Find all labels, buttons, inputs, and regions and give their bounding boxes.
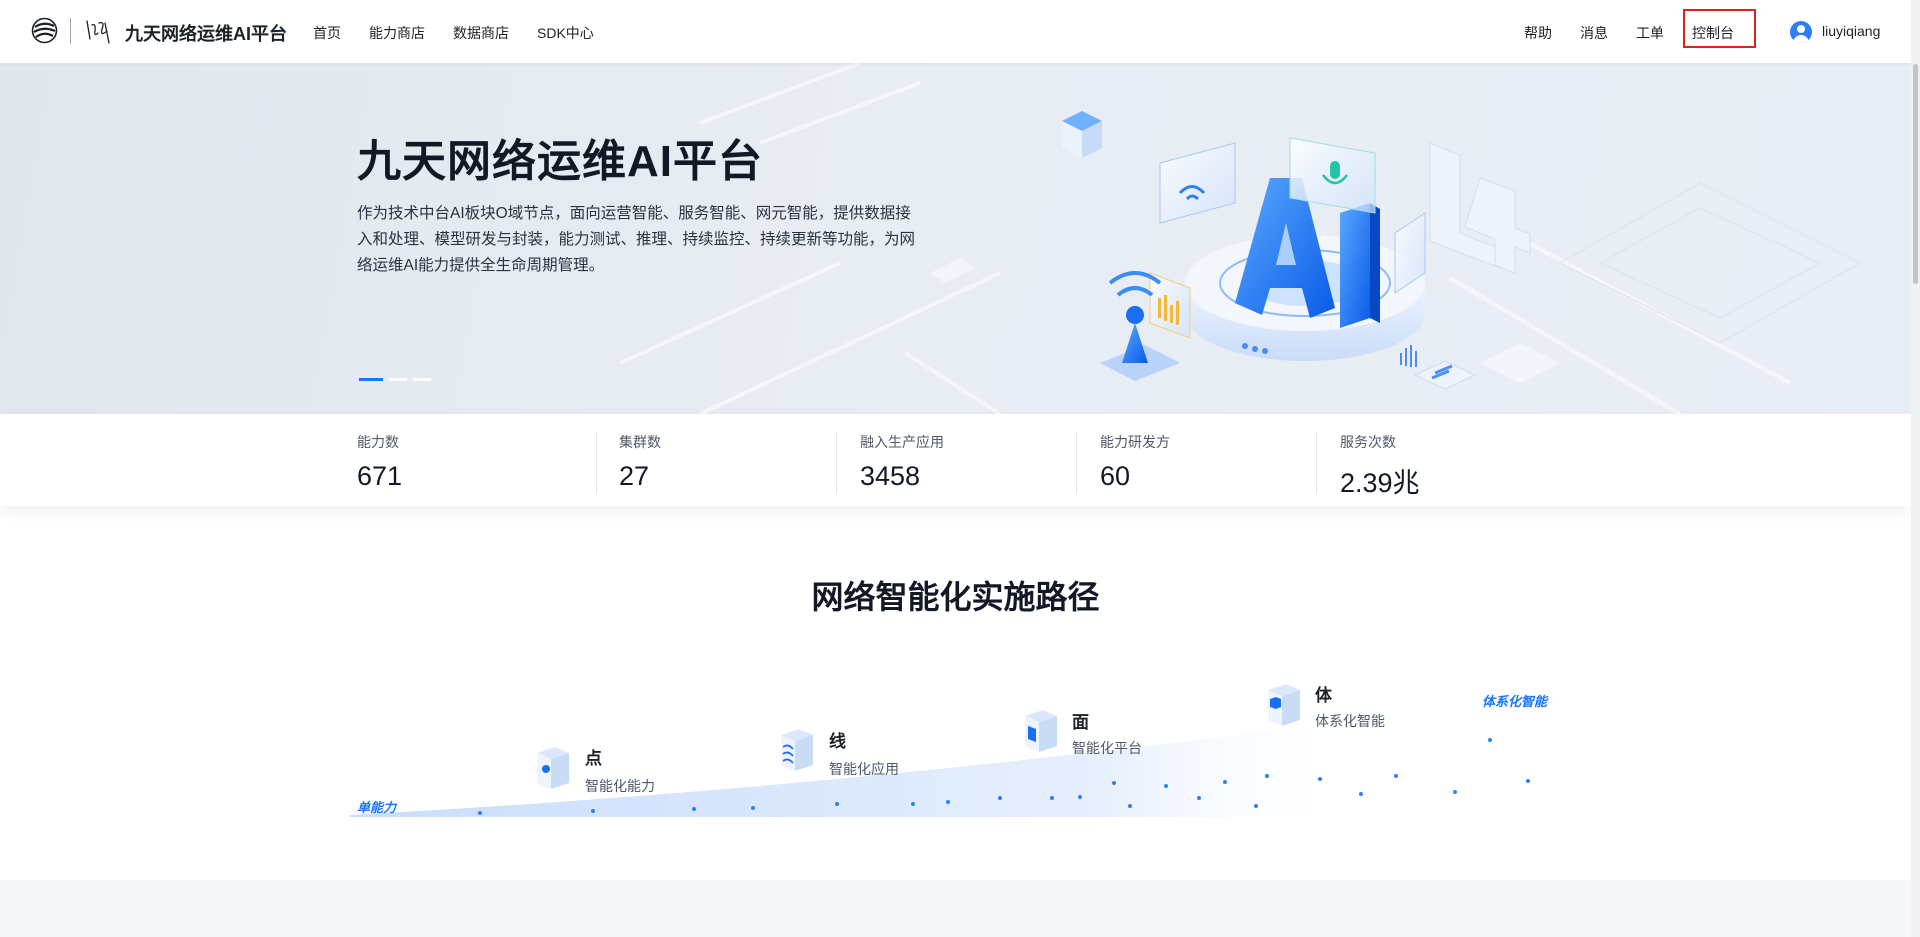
stat-divider xyxy=(1316,432,1317,494)
stat-divider xyxy=(596,432,597,494)
carousel-dot-3[interactable] xyxy=(413,378,431,381)
nav-console[interactable]: 控制台 xyxy=(1692,23,1734,43)
nav-messages[interactable]: 消息 xyxy=(1580,23,1608,43)
user-avatar-icon[interactable] xyxy=(1790,21,1812,43)
hero-banner: 九天网络运维AI平台 作为技术中台AI板块O域节点，面向运营智能、服务智能、网元… xyxy=(0,63,1911,414)
stat-label: 能力数 xyxy=(357,434,399,450)
username[interactable]: liuyiqiang xyxy=(1822,23,1880,39)
nav-help[interactable]: 帮助 xyxy=(1524,23,1552,43)
path-end-label: 体系化智能 xyxy=(1482,694,1548,709)
carousel-indicators xyxy=(359,378,431,381)
stat-label: 融入生产应用 xyxy=(860,434,944,450)
point-cube-icon xyxy=(537,747,569,789)
plane-cube-icon xyxy=(1025,710,1057,752)
stat-clusters: 集群数 27 xyxy=(619,432,661,492)
nav-data-store[interactable]: 数据商店 xyxy=(453,23,509,43)
top-navbar: 九天网络运维AI平台 首页 能力商店 数据商店 SDK中心 帮助 消息 工单 控… xyxy=(0,0,1920,63)
stats-bar: 能力数 671 集群数 27 融入生产应用 3458 能力研发方 60 服务次数… xyxy=(0,414,1911,506)
main-nav: 首页 能力商店 数据商店 SDK中心 xyxy=(313,23,594,43)
stage-line-desc: 智能化应用 xyxy=(829,761,899,777)
body-cube-icon xyxy=(1268,684,1300,726)
nav-home[interactable]: 首页 xyxy=(313,23,341,43)
stat-developers: 能力研发方 60 xyxy=(1100,432,1170,492)
stat-capabilities: 能力数 671 xyxy=(357,432,402,492)
stat-value: 2.39兆 xyxy=(1340,468,1420,498)
platform-brand[interactable]: 九天网络运维AI平台 xyxy=(125,20,287,46)
line-cube-icon xyxy=(781,729,813,771)
stage-plane-name: 面 xyxy=(1072,713,1089,732)
stat-value: 27 xyxy=(619,461,650,491)
path-wedge-graphic xyxy=(350,720,1530,817)
stat-value: 60 xyxy=(1100,461,1131,491)
hero-title: 九天网络运维AI平台 xyxy=(357,137,763,186)
china-mobile-logo-icon[interactable] xyxy=(31,17,58,44)
small-cube-icon xyxy=(1062,111,1102,158)
stat-value: 671 xyxy=(357,461,403,491)
ai-platform-illustration: AI L4 xyxy=(1062,111,1531,390)
next-section-band xyxy=(0,880,1911,937)
stage-point-name: 点 xyxy=(585,749,602,768)
stat-label: 服务次数 xyxy=(1340,434,1396,450)
stage-body-desc: 体系化智能 xyxy=(1315,713,1385,729)
carousel-dot-2[interactable] xyxy=(389,378,407,381)
stage-line-name: 线 xyxy=(829,732,846,751)
page: 九天网络运维AI平台 首页 能力商店 数据商店 SDK中心 帮助 消息 工单 控… xyxy=(0,0,1920,937)
nav-tickets[interactable]: 工单 xyxy=(1636,23,1664,43)
stat-divider xyxy=(1076,432,1077,494)
carousel-dot-1[interactable] xyxy=(359,378,383,381)
jiutian-logo-icon xyxy=(86,20,110,44)
stage-point-desc: 智能化能力 xyxy=(585,778,655,794)
hero-description: 作为技术中台AI板块O域节点，面向运营智能、服务智能、网元智能，提供数据接入和处… xyxy=(357,205,916,274)
stat-service-calls: 服务次数 2.39兆 xyxy=(1340,432,1420,498)
stat-divider xyxy=(836,432,837,494)
stat-label: 集群数 xyxy=(619,434,661,450)
logo-divider xyxy=(70,18,71,44)
stage-body-name: 体 xyxy=(1315,686,1332,705)
stat-production-apps: 融入生产应用 3458 xyxy=(860,432,944,492)
stat-label: 能力研发方 xyxy=(1100,434,1170,450)
nav-capability-store[interactable]: 能力商店 xyxy=(369,23,425,43)
nav-sdk-center[interactable]: SDK中心 xyxy=(537,23,594,43)
path-start-label: 单能力 xyxy=(357,800,397,815)
stat-value: 3458 xyxy=(860,461,921,491)
path-section-title: 网络智能化实施路径 xyxy=(811,579,1100,615)
scrollbar-thumb[interactable] xyxy=(1913,64,1918,284)
stage-plane-desc: 智能化平台 xyxy=(1072,740,1142,756)
